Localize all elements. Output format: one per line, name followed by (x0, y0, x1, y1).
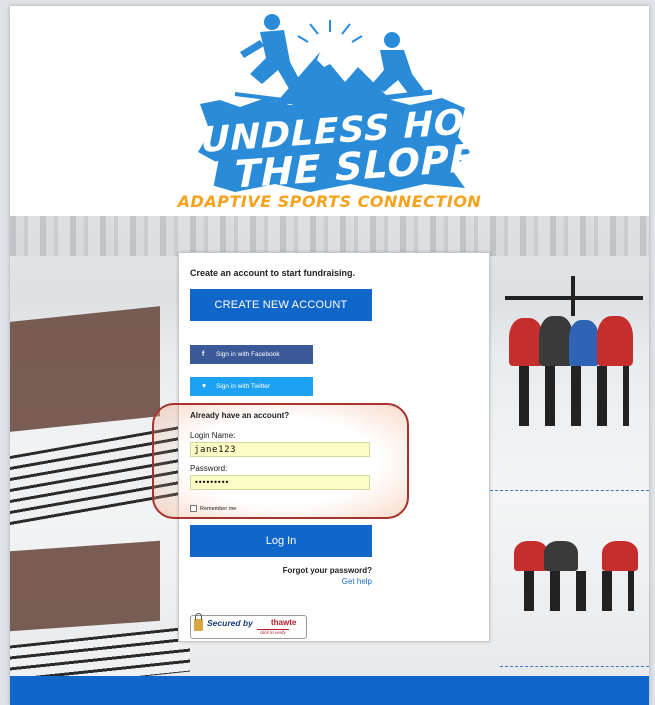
twitter-bird-icon: ♥ (202, 383, 207, 390)
twitter-signin-label: Sign in with Twitter (216, 383, 271, 390)
remember-me-label: Remember me (200, 505, 237, 512)
secured-by-text: Secured by (207, 618, 253, 628)
login-panel: Create an account to start fundraising. … (152, 252, 490, 642)
twitter-signin-button[interactable]: ♥ Sign in with Twitter (190, 377, 313, 396)
lift-bench-lower (10, 540, 160, 632)
tree-line (10, 216, 649, 256)
click-to-verify-text: click to verify (257, 629, 289, 635)
checkbox-icon[interactable] (190, 505, 197, 512)
chairlift-riders-lower (510, 541, 645, 621)
create-account-button[interactable]: CREATE NEW ACCOUNT (190, 289, 372, 321)
forgot-password-text: Forgot your password? (282, 566, 372, 575)
footer-bar (10, 676, 649, 705)
thawte-brand: thawte (271, 618, 297, 627)
login-name-input[interactable] (190, 442, 370, 457)
facebook-signin-label: Sign in with Facebook (216, 351, 280, 358)
lift-bench-upper (10, 306, 160, 432)
padlock-icon (194, 613, 203, 631)
password-label: Password: (190, 464, 228, 473)
login-highlight-outline (152, 403, 409, 519)
facebook-signin-button[interactable]: f Sign in with Facebook (190, 345, 313, 364)
login-heading: Already have an account? (190, 411, 290, 420)
get-help-link[interactable]: Get help (342, 577, 372, 586)
thawte-security-seal[interactable]: Secured by thawte click to verify (190, 613, 307, 639)
lift-rails-upper (10, 426, 180, 526)
facebook-icon: f (202, 351, 205, 358)
safety-net (500, 666, 649, 667)
safety-net (490, 490, 649, 491)
login-button[interactable]: Log In (190, 525, 372, 557)
login-name-label: Login Name: (190, 431, 236, 440)
logo-tagline: ADAPTIVE SPORTS CONNECTION (177, 192, 482, 211)
chairlift-riders-upper (505, 276, 645, 436)
create-account-heading: Create an account to start fundraising. (190, 268, 356, 278)
remember-me-checkbox[interactable]: Remember me (190, 505, 236, 512)
password-input[interactable] (190, 475, 370, 490)
header-logo: BOUNDLESS HOPE ON THE SLOPES ADAPTIVE SP… (10, 6, 649, 224)
page: BOUNDLESS HOPE ON THE SLOPES ADAPTIVE SP… (10, 6, 649, 705)
